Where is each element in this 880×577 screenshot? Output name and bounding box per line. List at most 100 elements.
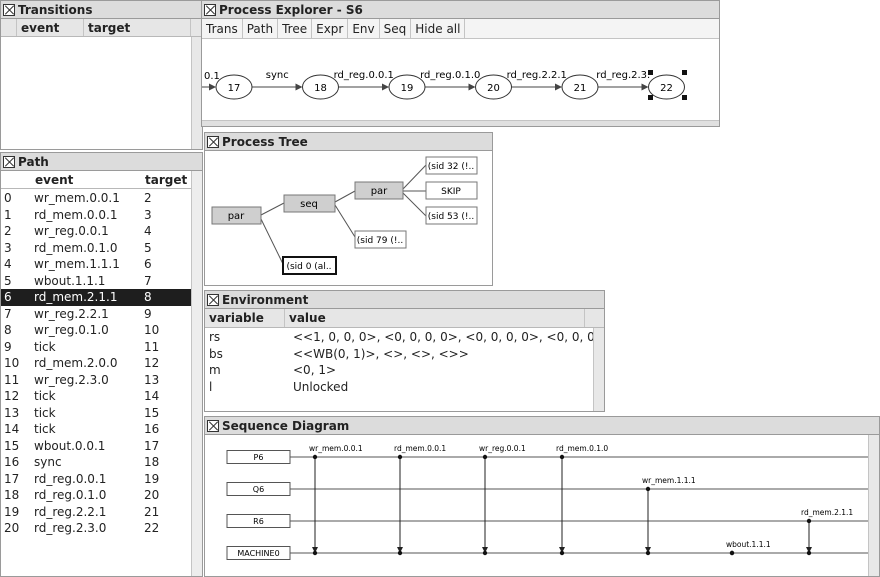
message-label: wbout.1.1.1 xyxy=(726,540,771,549)
path-row[interactable]: 12 tick 14 xyxy=(1,388,192,405)
row-target: 22 xyxy=(144,521,160,536)
explorer-scrollbar[interactable] xyxy=(202,120,719,126)
path-scrollbar[interactable] xyxy=(191,171,202,576)
value-column-header[interactable]: value xyxy=(285,309,585,327)
toolbar-seq-button[interactable]: Seq xyxy=(380,19,412,38)
variable-column-header[interactable]: variable xyxy=(205,309,285,327)
message-label: wr_reg.0.0.1 xyxy=(479,444,526,453)
row-event: wr_mem.0.0.1 xyxy=(34,191,120,206)
process-explorer-toolbar: Trans Path Tree Expr Env Seq Hide all xyxy=(202,19,719,39)
row-target: 21 xyxy=(144,504,160,519)
row-target: 10 xyxy=(144,323,160,338)
toolbar-path-button[interactable]: Path xyxy=(243,19,279,38)
path-list: 0 wr_mem.0.0.1 2 1 rd_mem.0.0.1 3 2 wr_reg.0.0.… xyxy=(1,190,192,537)
row-target: 13 xyxy=(144,372,160,387)
environment-row[interactable]: m <0, 1> xyxy=(205,362,594,379)
close-icon[interactable] xyxy=(207,135,219,148)
path-row[interactable]: 11 wr_reg.2.3.0 13 xyxy=(1,372,192,389)
sequence-diagram-titlebar: Sequence Diagram xyxy=(205,417,879,435)
row-target: 14 xyxy=(144,389,160,404)
process-explorer-titlebar: Process Explorer - S6 xyxy=(202,1,719,19)
path-row[interactable]: 9 tick 11 xyxy=(1,339,192,356)
path-row[interactable]: 15 wbout.0.0.1 17 xyxy=(1,438,192,455)
path-row[interactable]: 18 rd_reg.0.1.0 20 xyxy=(1,487,192,504)
path-row[interactable]: 20 rd_reg.2.3.0 22 xyxy=(1,520,192,537)
row-target: 9 xyxy=(144,306,152,321)
message-dot xyxy=(559,550,565,556)
path-column-header: event target xyxy=(1,171,202,189)
path-row[interactable]: 7 wr_reg.2.2.1 9 xyxy=(1,306,192,323)
selection-handle[interactable] xyxy=(682,70,687,75)
process-tree-title: Process Tree xyxy=(222,134,308,149)
row-event: rd_mem.0.1.0 xyxy=(34,240,118,255)
toolbar-tree-button[interactable]: Tree xyxy=(278,19,313,38)
event-column-header[interactable]: event xyxy=(31,171,141,188)
environment-scrollbar[interactable] xyxy=(593,328,604,411)
path-row[interactable]: 6 rd_mem.2.1.1 8 xyxy=(1,289,192,306)
message-dot xyxy=(482,550,488,556)
path-row[interactable]: 5 wbout.1.1.1 7 xyxy=(1,273,192,290)
env-variable: bs xyxy=(209,346,223,361)
row-index: 6 xyxy=(4,290,12,305)
path-row[interactable]: 10 rd_mem.2.0.0 12 xyxy=(1,355,192,372)
tree-node-label: par xyxy=(228,211,245,222)
row-event: wbout.0.0.1 xyxy=(34,438,106,453)
toolbar-trans-button[interactable]: Trans xyxy=(202,19,243,38)
row-event: sync xyxy=(34,455,62,470)
sequence-scrollbar[interactable] xyxy=(868,435,879,576)
row-event: rd_reg.2.2.1 xyxy=(34,504,107,519)
path-row[interactable]: 8 wr_reg.0.1.0 10 xyxy=(1,322,192,339)
path-row[interactable]: 0 wr_mem.0.0.1 2 xyxy=(1,190,192,207)
path-row[interactable]: 4 wr_mem.1.1.1 6 xyxy=(1,256,192,273)
path-row[interactable]: 19 rd_reg.2.2.1 21 xyxy=(1,504,192,521)
environment-row[interactable]: bs <<WB(0, 1)>, <>, <>, <>> xyxy=(205,346,594,363)
process-explorer-panel: Process Explorer - S6 Trans Path Tree Ex… xyxy=(201,0,720,127)
selection-handle[interactable] xyxy=(648,95,653,100)
path-row[interactable]: 17 rd_reg.0.0.1 19 xyxy=(1,471,192,488)
row-event: wr_mem.1.1.1 xyxy=(34,257,120,272)
state-node-label: 22 xyxy=(660,83,673,94)
target-column-header[interactable]: target xyxy=(84,19,191,36)
path-panel: Path event target 0 wr_mem.0.0.1 2 1 rd_mem.… xyxy=(0,152,203,577)
row-target: 2 xyxy=(144,191,152,206)
process-explorer-title: Process Explorer - S6 xyxy=(219,2,363,17)
path-row[interactable]: 13 tick 15 xyxy=(1,405,192,422)
row-target: 8 xyxy=(144,290,152,305)
target-column-header[interactable]: target xyxy=(141,171,191,188)
close-icon[interactable] xyxy=(207,419,219,432)
toolbar-expr-button[interactable]: Expr xyxy=(312,19,349,38)
environment-row[interactable]: l Unlocked xyxy=(205,379,594,396)
message-label: wr_mem.1.1.1 xyxy=(642,476,696,485)
close-icon[interactable] xyxy=(207,293,219,306)
path-row[interactable]: 16 sync 18 xyxy=(1,454,192,471)
env-value: <<WB(0, 1)>, <>, <>, <>> xyxy=(293,346,469,361)
path-row[interactable]: 1 rd_mem.0.0.1 3 xyxy=(1,207,192,224)
index-column-header xyxy=(1,19,17,36)
row-target: 6 xyxy=(144,257,152,272)
message-label: rd_mem.2.1.1 xyxy=(801,508,853,517)
event-column-header[interactable]: event xyxy=(17,19,84,36)
message-label: wr_mem.0.0.1 xyxy=(309,444,363,453)
path-row[interactable]: 3 rd_mem.0.1.0 5 xyxy=(1,240,192,257)
close-icon[interactable] xyxy=(3,3,15,16)
transition-edge-label: rd_reg.0.0.1 xyxy=(334,70,394,81)
toolbar-hide-all-button[interactable]: Hide all xyxy=(411,19,466,38)
row-event: rd_mem.2.1.1 xyxy=(34,290,118,305)
row-event: rd_mem.2.0.0 xyxy=(34,356,118,371)
transition-edge-label: rd_reg.2.3. xyxy=(596,70,650,81)
environment-panel: Environment variable value rs <<1, 0, 0, … xyxy=(204,290,605,412)
close-icon[interactable] xyxy=(3,155,15,168)
environment-row[interactable]: rs <<1, 0, 0, 0>, <0, 0, 0, 0>, <0, 0, 0,… xyxy=(205,329,605,346)
row-event: wr_reg.2.3.0 xyxy=(34,372,109,387)
path-row[interactable]: 14 tick 16 xyxy=(1,421,192,438)
path-row[interactable]: 2 wr_reg.0.0.1 4 xyxy=(1,223,192,240)
close-icon[interactable] xyxy=(204,3,216,16)
row-target: 7 xyxy=(144,273,152,288)
row-index: 15 xyxy=(4,438,20,453)
selection-handle[interactable] xyxy=(648,70,653,75)
env-value: <<1, 0, 0, 0>, <0, 0, 0, 0>, <0, 0, 0, 0… xyxy=(293,330,605,345)
toolbar-env-button[interactable]: Env xyxy=(348,19,380,38)
row-event: rd_reg.0.1.0 xyxy=(34,488,107,503)
selection-handle[interactable] xyxy=(682,95,687,100)
row-target: 18 xyxy=(144,455,160,470)
